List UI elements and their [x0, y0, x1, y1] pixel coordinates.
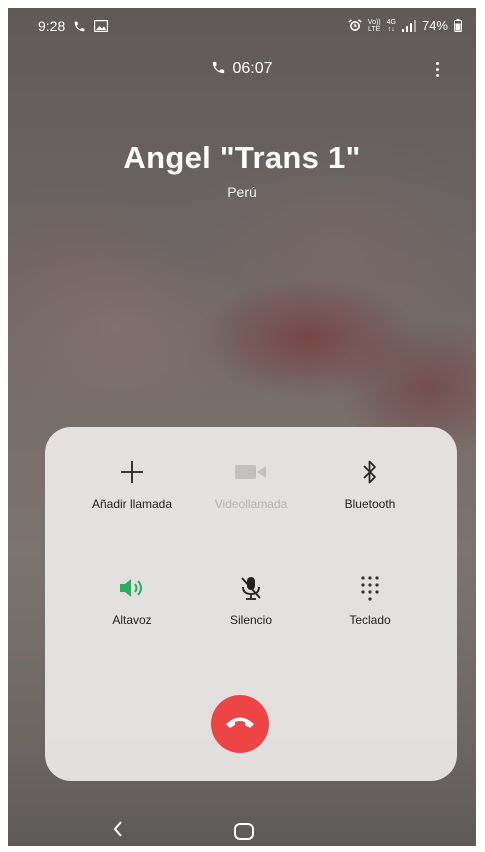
add-call-label: Añadir llamada — [91, 497, 173, 511]
status-time: 9:28 — [38, 18, 66, 34]
video-call-button[interactable]: Videollamada — [186, 457, 316, 511]
call-duration: 06:07 — [232, 60, 273, 77]
speaker-button[interactable]: Altavoz — [67, 573, 197, 627]
phone-icon — [211, 60, 226, 80]
dialpad-icon — [305, 573, 435, 603]
end-call-button[interactable] — [211, 695, 269, 753]
gallery-icon — [94, 20, 109, 32]
status-right: Vo)) LTE 4G ↑↓ 74% — [348, 18, 462, 33]
alarm-icon — [348, 19, 362, 32]
network-activity: ↑↓ — [387, 25, 395, 33]
bluetooth-icon — [305, 457, 435, 487]
speaker-icon — [67, 573, 197, 603]
signal-icon — [401, 19, 416, 32]
speaker-label: Altavoz — [112, 613, 152, 627]
volte-top: Vo)) — [367, 18, 381, 26]
mic-off-icon — [186, 573, 316, 603]
network-type: 4G — [386, 18, 396, 26]
bluetooth-button[interactable]: Bluetooth — [305, 457, 435, 511]
call-timer: 06:07 — [8, 60, 476, 80]
status-bar: 9:28 Vo)) LTE 4G ↑↓ 74% — [8, 8, 476, 42]
contact-name: Angel "Trans 1" — [123, 140, 361, 175]
bluetooth-label: Bluetooth — [344, 497, 396, 511]
keypad-button[interactable]: Teclado — [305, 573, 435, 627]
phone-icon — [73, 20, 86, 33]
volte-indicator: Vo)) LTE — [368, 19, 381, 33]
mute-button[interactable]: Silencio — [186, 573, 316, 627]
network-indicator: 4G ↑↓ — [387, 19, 396, 33]
back-icon[interactable] — [112, 820, 124, 843]
video-call-label: Videollamada — [214, 497, 288, 511]
home-icon[interactable] — [234, 823, 254, 840]
status-left: 9:28 — [38, 18, 109, 34]
battery-icon — [454, 19, 462, 32]
call-controls-panel: Añadir llamada Videollamada Bluetooth Al… — [45, 427, 457, 781]
keypad-label: Teclado — [349, 613, 391, 627]
volte-bottom: LTE — [368, 25, 381, 33]
add-call-button[interactable]: Añadir llamada — [67, 457, 197, 511]
plus-icon — [67, 457, 197, 487]
contact-country: Perú — [227, 184, 257, 200]
call-screen: 9:28 Vo)) LTE 4G ↑↓ 74% 06:07 Angel "Tra… — [8, 8, 476, 846]
end-call-icon — [225, 715, 255, 734]
mute-label: Silencio — [229, 613, 273, 627]
more-icon[interactable] — [436, 62, 440, 80]
battery-percent: 74% — [421, 18, 448, 33]
video-camera-icon — [186, 457, 316, 487]
